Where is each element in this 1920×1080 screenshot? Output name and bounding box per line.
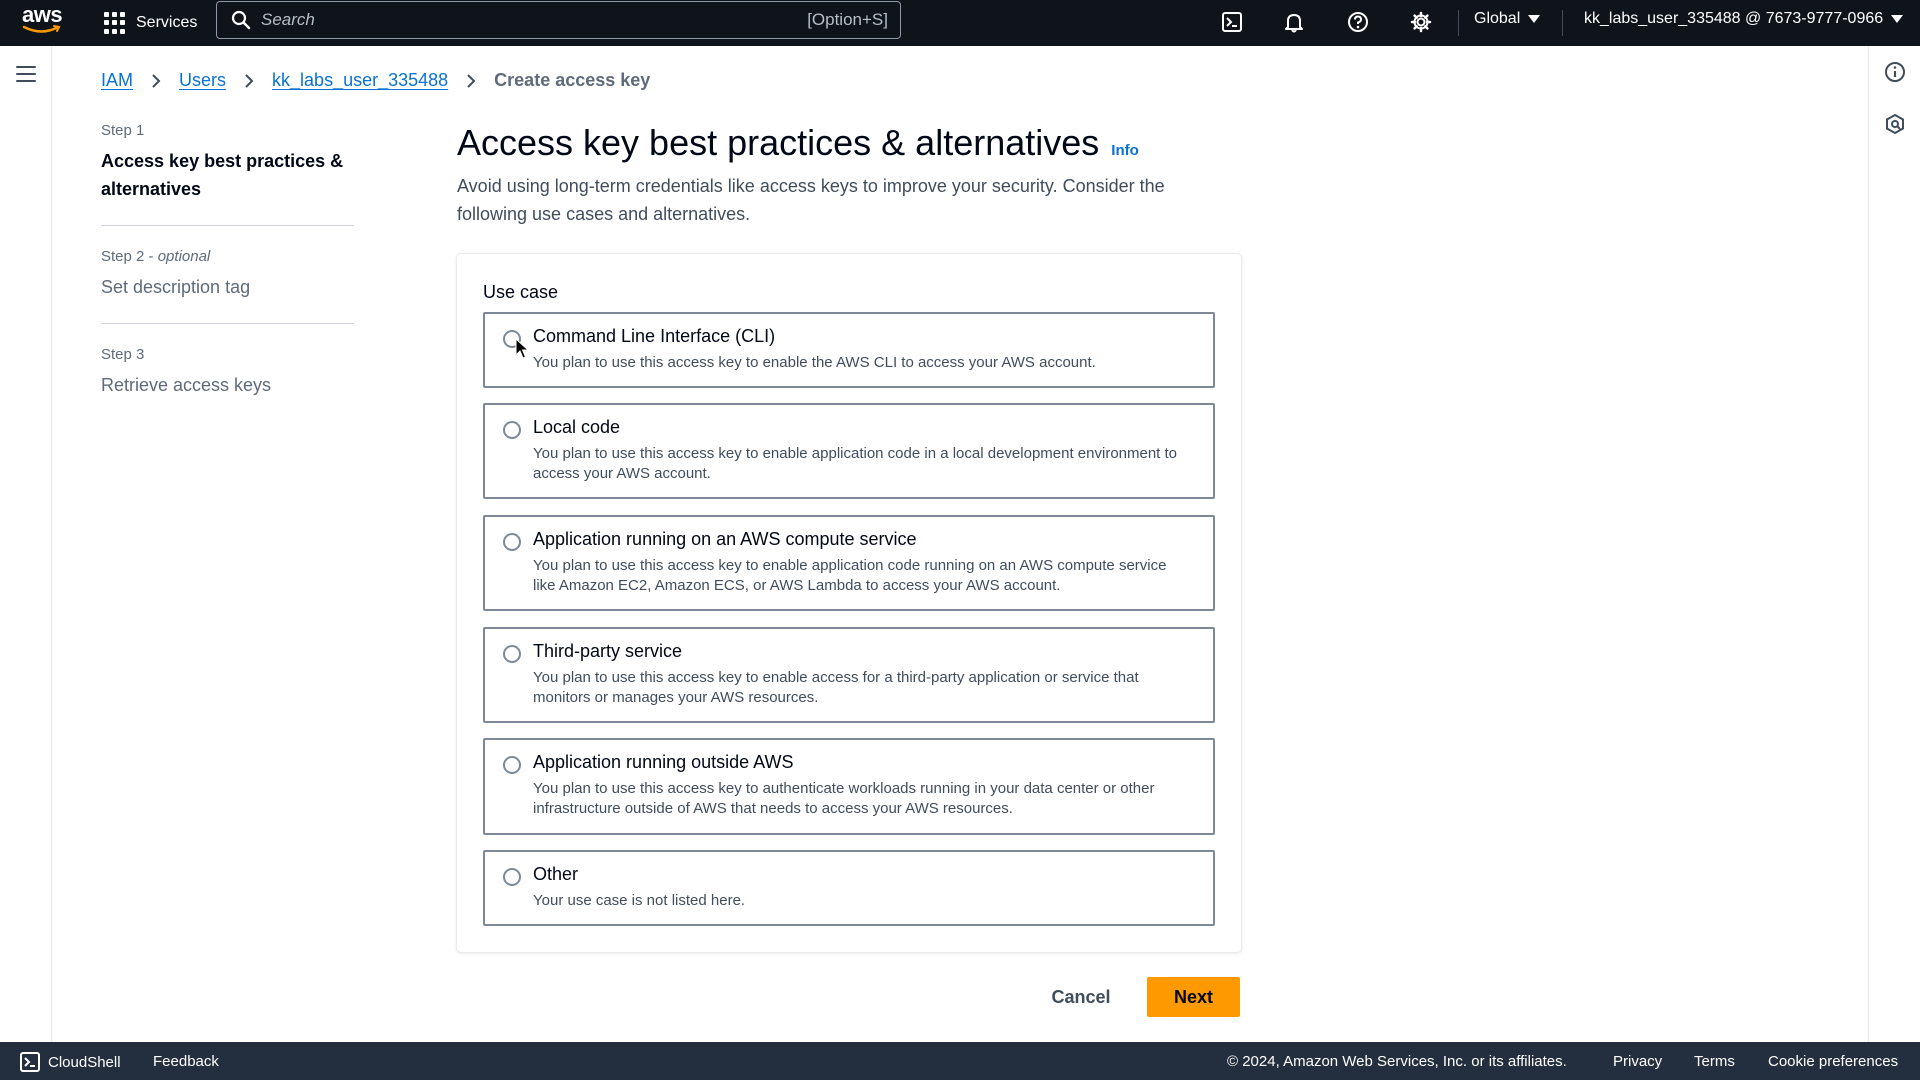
option-description: You plan to use this access key to enabl…	[533, 557, 1167, 594]
cloudshell-footer-button[interactable]: CloudShell	[20, 1052, 121, 1072]
radio-button[interactable]	[503, 756, 521, 774]
option-description: You plan to use this access key to enabl…	[533, 445, 1178, 482]
step-3: Step 3 Retrieve access keys	[101, 346, 354, 399]
cookie-preferences-link[interactable]: Cookie preferences	[1768, 1053, 1898, 1070]
use-case-option-aws-compute[interactable]: Application running on an AWS compute se…	[483, 515, 1215, 611]
grid-icon	[104, 12, 126, 34]
nav-divider	[1458, 10, 1459, 36]
top-navigation: aws Services [Option+S]	[0, 0, 1920, 46]
option-description: Your use case is not listed here.	[533, 892, 746, 909]
use-case-option-other[interactable]: Other Your use case is not listed here.	[483, 850, 1215, 926]
step-title[interactable]: Retrieve access keys	[101, 371, 354, 399]
option-title: Local code	[533, 417, 621, 437]
page-title: Access key best practices & alternatives…	[457, 122, 1139, 164]
aws-logo-text: aws	[22, 2, 63, 27]
search-bar[interactable]: [Option+S]	[216, 1, 901, 39]
breadcrumb-link-iam[interactable]: IAM	[101, 70, 133, 91]
use-case-option-local-code[interactable]: Local code You plan to use this access k…	[483, 403, 1215, 499]
step-number: Step 3	[101, 346, 145, 363]
option-description: You plan to use this access key to enabl…	[533, 669, 1139, 706]
search-input[interactable]	[261, 10, 808, 30]
step-divider	[101, 225, 354, 226]
services-menu-button[interactable]: Services	[104, 8, 197, 38]
cancel-button[interactable]: Cancel	[1038, 978, 1124, 1016]
radio-button[interactable]	[503, 421, 521, 439]
search-shortcut: [Option+S]	[807, 10, 888, 29]
notifications-button[interactable]	[1280, 8, 1308, 36]
step-optional-label: optional	[157, 248, 211, 265]
hamburger-menu-icon[interactable]	[16, 66, 36, 82]
step-title: Access key best practices & alternatives	[101, 151, 344, 199]
info-link[interactable]: Info	[1111, 142, 1139, 159]
radio-button[interactable]	[503, 533, 521, 551]
chevron-right-icon	[467, 73, 476, 88]
cloudshell-icon	[1222, 12, 1242, 32]
terms-link[interactable]: Terms	[1694, 1053, 1735, 1070]
use-case-label: Use case	[483, 282, 559, 302]
option-description: You plan to use this access key to enabl…	[533, 354, 1096, 371]
gear-icon	[1410, 11, 1432, 33]
settings-button[interactable]	[1407, 8, 1435, 36]
cloudshell-label: CloudShell	[48, 1053, 121, 1071]
breadcrumb: IAM Users kk_labs_user_335488 Create acc…	[101, 70, 650, 91]
breadcrumb-current: Create access key	[494, 70, 651, 90]
footer: CloudShell Feedback © 2024, Amazon Web S…	[0, 1042, 1920, 1080]
security-hub-icon[interactable]	[1883, 112, 1907, 136]
use-case-container: Use case Command Line Interface (CLI) Yo…	[457, 254, 1241, 952]
page-title-text: Access key best practices & alternatives	[457, 122, 1100, 163]
account-label: kk_labs_user_335488 @ 7673-9777-0966	[1584, 10, 1884, 27]
page-description: Avoid using long-term credentials like a…	[457, 176, 1165, 224]
use-case-option-third-party[interactable]: Third-party service You plan to use this…	[483, 627, 1215, 723]
step-number: Step 2 - optional	[101, 248, 211, 265]
search-icon	[231, 10, 251, 30]
left-side-rail	[0, 46, 52, 1042]
next-button[interactable]: Next	[1147, 977, 1240, 1017]
option-title: Third-party service	[533, 641, 683, 661]
account-menu[interactable]: kk_labs_user_335488 @ 7673-9777-0966	[1584, 10, 1904, 28]
use-case-option-outside-aws[interactable]: Application running outside AWS You plan…	[483, 738, 1215, 835]
breadcrumb-link-users[interactable]: Users	[179, 70, 226, 91]
cloudshell-icon	[20, 1052, 40, 1072]
bell-icon	[1285, 14, 1303, 33]
chevron-right-icon	[245, 73, 254, 88]
caret-down-icon	[1891, 15, 1904, 23]
privacy-link[interactable]: Privacy	[1613, 1053, 1662, 1070]
help-button[interactable]	[1344, 8, 1372, 36]
wizard-steps: Step 1 Access key best practices & alter…	[101, 122, 354, 399]
option-title: Other	[533, 864, 579, 884]
info-circle-icon[interactable]	[1883, 60, 1907, 84]
radio-button[interactable]	[503, 868, 521, 886]
step-2: Step 2 - optional Set description tag	[101, 248, 354, 301]
step-title[interactable]: Set description tag	[101, 273, 354, 301]
cloudshell-button[interactable]	[1218, 8, 1246, 36]
use-case-option-cli[interactable]: Command Line Interface (CLI) You plan to…	[483, 312, 1215, 388]
region-selector[interactable]: Global	[1474, 10, 1541, 28]
copyright-text: © 2024, Amazon Web Services, Inc. or its…	[1227, 1053, 1567, 1070]
nav-divider	[1562, 10, 1563, 36]
services-label: Services	[136, 14, 198, 31]
step-1: Step 1 Access key best practices & alter…	[101, 122, 354, 203]
step-divider	[101, 323, 354, 324]
option-description: You plan to use this access key to authe…	[533, 780, 1155, 817]
chevron-right-icon	[152, 73, 161, 88]
right-side-rail	[1868, 46, 1920, 1042]
mouse-pointer-icon	[515, 338, 529, 359]
radio-button[interactable]	[503, 645, 521, 663]
feedback-link[interactable]: Feedback	[153, 1053, 219, 1070]
aws-logo[interactable]: aws	[22, 4, 66, 38]
caret-down-icon	[1528, 15, 1541, 23]
region-label: Global	[1474, 10, 1521, 27]
help-icon	[1348, 12, 1368, 32]
step-number: Step 1	[101, 122, 145, 139]
breadcrumb-link-user[interactable]: kk_labs_user_335488	[272, 70, 448, 91]
option-title: Command Line Interface (CLI)	[533, 326, 776, 346]
option-title: Application running on an AWS compute se…	[533, 529, 917, 549]
option-title: Application running outside AWS	[533, 752, 794, 772]
